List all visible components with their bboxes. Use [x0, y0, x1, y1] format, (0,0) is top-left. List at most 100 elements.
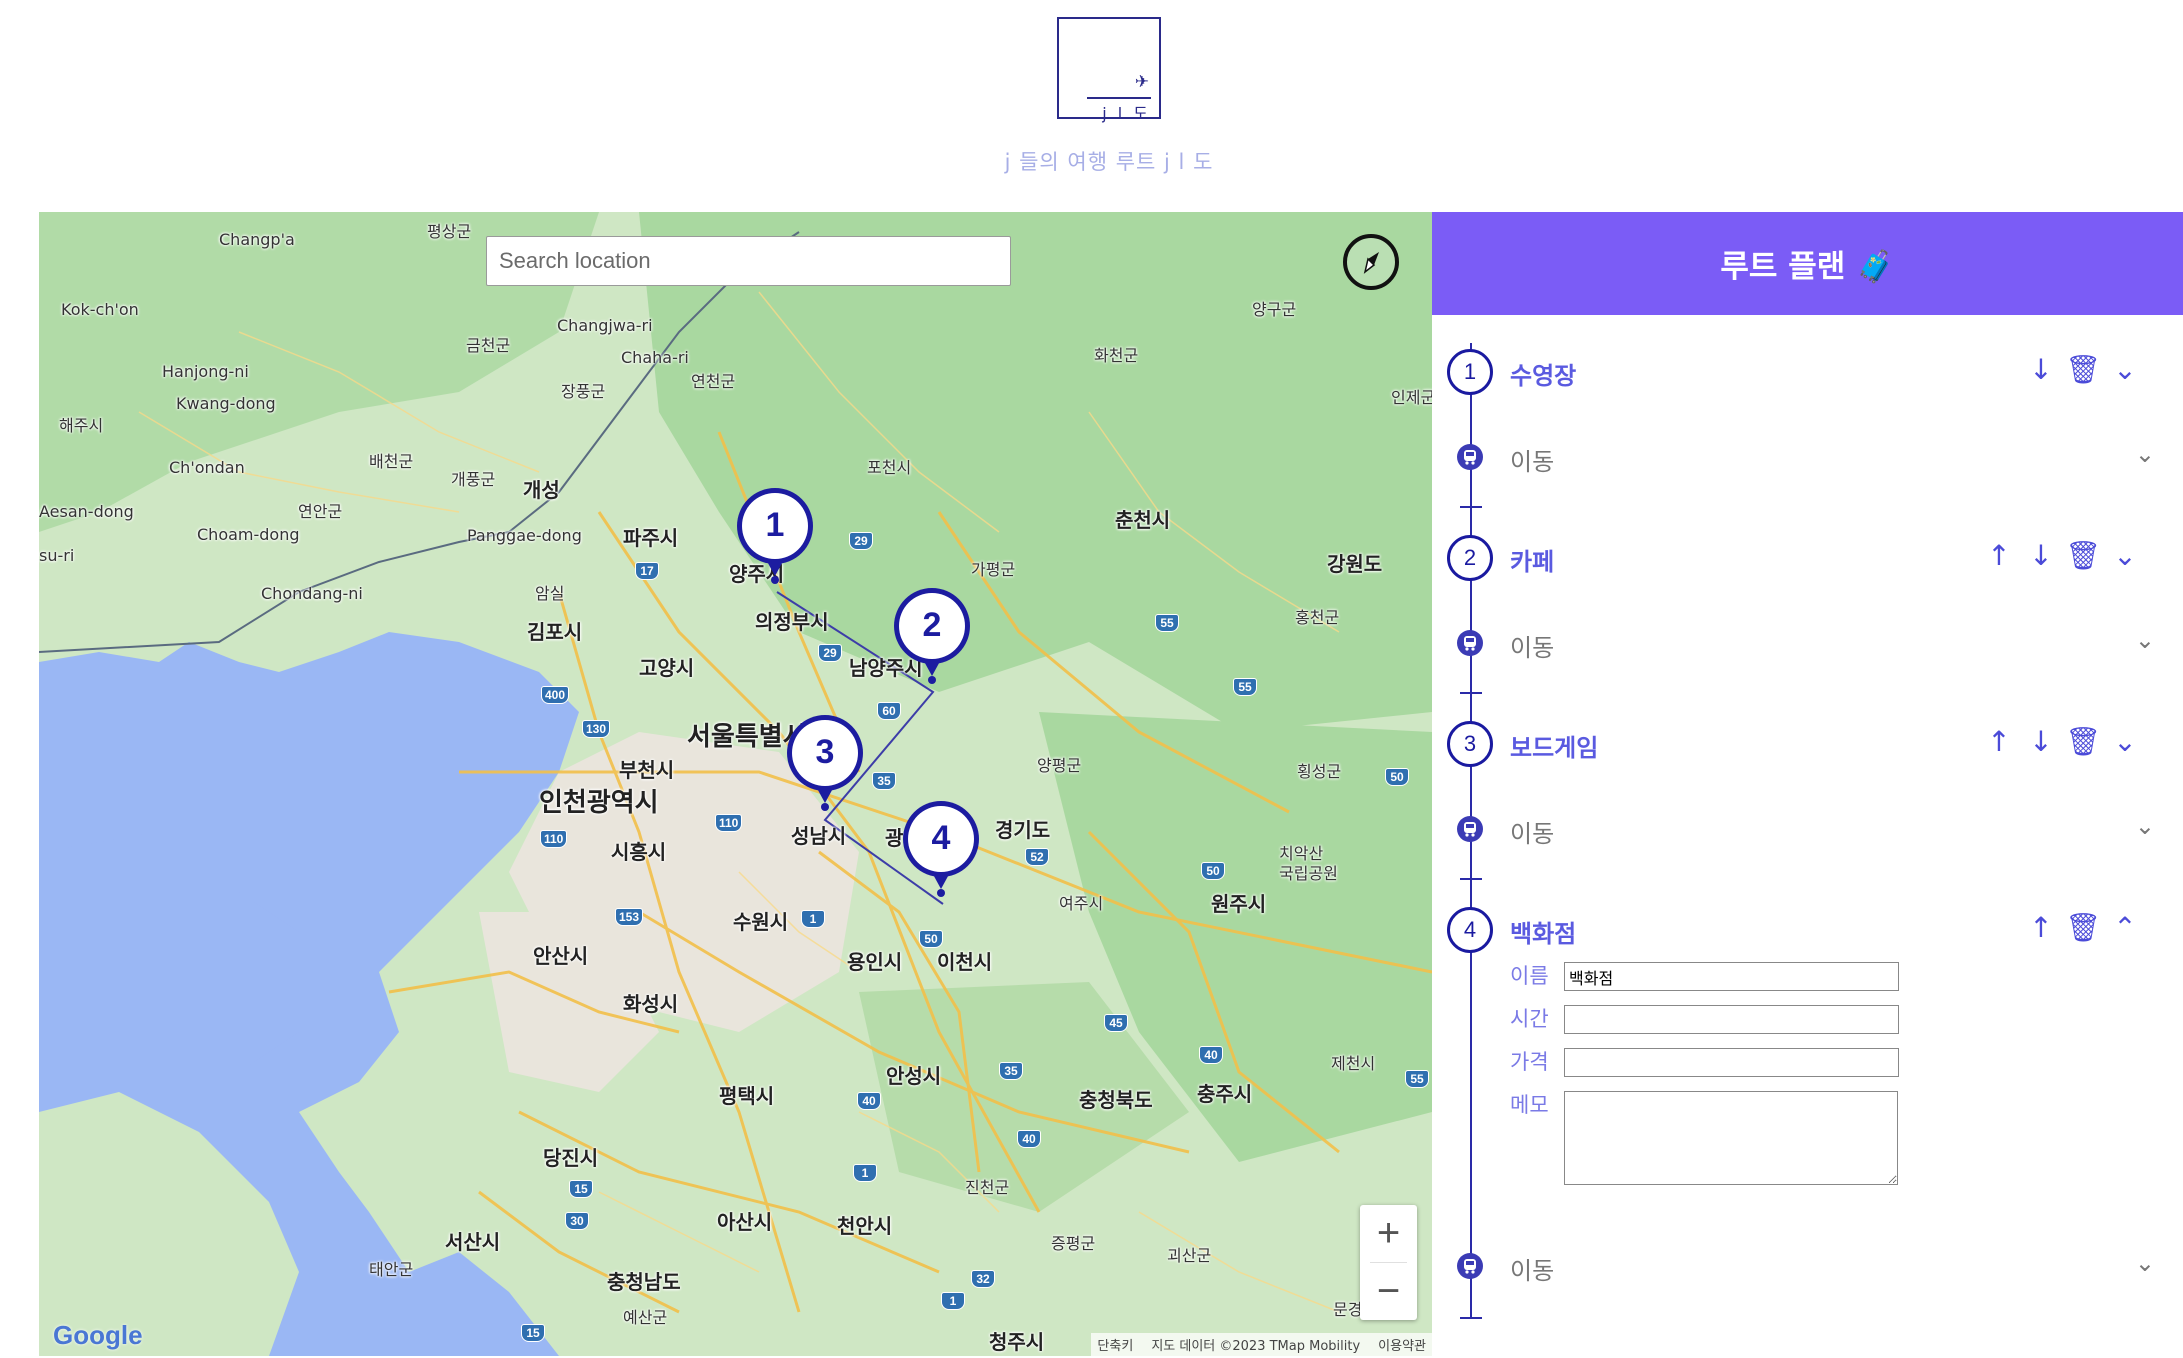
bus-icon — [1457, 1253, 1483, 1279]
map-place-label: 개풍군 — [451, 470, 496, 489]
highway-shield: 40 — [1017, 1130, 1041, 1148]
move-down-icon[interactable]: ↓ — [2024, 538, 2058, 572]
route-move[interactable]: 이동 ⌄ — [1432, 1243, 2183, 1293]
chevron-up-icon[interactable]: ⌃ — [2108, 910, 2142, 944]
map-place-label: 장풍군 — [561, 382, 606, 401]
chevron-down-icon[interactable]: ⌄ — [2108, 352, 2142, 386]
move-down-icon[interactable]: ↓ — [2024, 352, 2058, 386]
map-place-label: 수원시 — [733, 910, 789, 934]
bus-icon — [1457, 444, 1483, 470]
map-place-label: 김포시 — [527, 620, 583, 644]
route-marker[interactable]: 2 — [891, 584, 973, 694]
marker-number: 1 — [765, 506, 785, 544]
map-place-label: 연천군 — [691, 372, 736, 391]
zoom-out-button[interactable]: − — [1360, 1263, 1417, 1320]
map-place-label: 인제군 — [1391, 388, 1432, 407]
stop-name: 수영장 — [1510, 362, 1577, 390]
map-place-label: 원주시 — [1211, 892, 1267, 916]
timeline-tick — [1460, 878, 1482, 880]
map-place-label: 진천군 — [965, 1178, 1010, 1197]
name-field[interactable] — [1564, 962, 1899, 991]
move-down-icon[interactable]: ↓ — [2024, 724, 2058, 758]
map-place-label: Kok-ch'on — [61, 300, 139, 319]
route-marker[interactable]: 4 — [900, 797, 982, 907]
route-move[interactable]: 이동 ⌄ — [1432, 806, 2183, 856]
map-place-label: 양평군 — [1037, 756, 1082, 775]
shortcuts-link[interactable]: 단축키 — [1097, 1335, 1133, 1354]
stop-number: 4 — [1447, 907, 1493, 953]
trash-icon[interactable]: 🗑 — [2065, 352, 2101, 386]
map-place-label: 춘천시 — [1115, 508, 1171, 532]
chevron-down-icon[interactable]: ⌄ — [2108, 724, 2142, 758]
route-stop[interactable]: 4 백화점 ↑ 🗑 ⌃ — [1432, 900, 2183, 960]
map-place-label: 충청남도 — [607, 1270, 681, 1294]
map-place-label: 이천시 — [937, 950, 993, 974]
move-up-icon[interactable]: ↑ — [1982, 538, 2016, 572]
stop-number: 2 — [1447, 535, 1493, 581]
highway-shield: 50 — [1201, 862, 1225, 880]
map-place-label: 화천군 — [1094, 346, 1139, 365]
bus-icon — [1457, 816, 1483, 842]
highway-shield: 60 — [877, 702, 901, 720]
route-title: 루트 플랜 🧳 — [1720, 249, 1895, 285]
timeline-tick — [1460, 506, 1482, 508]
chevron-down-icon[interactable]: ⌄ — [2108, 538, 2142, 572]
chevron-down-icon[interactable]: ⌄ — [2135, 812, 2155, 840]
map-place-label: 괴산군 — [1167, 1246, 1212, 1265]
chevron-down-icon[interactable]: ⌄ — [2135, 626, 2155, 654]
highway-shield: 50 — [1385, 768, 1409, 786]
price-field[interactable] — [1564, 1048, 1899, 1077]
map-place-label: 당진시 — [543, 1146, 599, 1170]
move-up-icon[interactable]: ↑ — [1982, 724, 2016, 758]
route-stop[interactable]: 2 카페 ↑ ↓ 🗑 ⌄ — [1432, 528, 2183, 588]
trash-icon[interactable]: 🗑 — [2065, 538, 2101, 572]
map-place-label: 금천군 — [466, 336, 511, 355]
map-place-label: 충주시 — [1197, 1082, 1253, 1106]
chevron-down-icon[interactable]: ⌄ — [2135, 440, 2155, 468]
compass-icon[interactable] — [1343, 234, 1399, 290]
search-input[interactable] — [486, 236, 1011, 286]
trash-icon[interactable]: 🗑 — [2065, 724, 2101, 758]
route-stop[interactable]: 1 수영장 ↓ 🗑 ⌄ — [1432, 342, 2183, 402]
zoom-in-button[interactable]: + — [1360, 1205, 1417, 1262]
route-move[interactable]: 이동 ⌄ — [1432, 434, 2183, 484]
map-attribution: 단축키 지도 데이터 ©2023 TMap Mobility 이용약관 — [1091, 1333, 1432, 1356]
memo-label: 메모 — [1510, 1093, 1549, 1117]
map-place-label: 배천군 — [369, 452, 414, 471]
map[interactable]: 평상군 Changp'a Kok-ch'on Changjwa-ri Chaha-ri 금… — [39, 212, 1432, 1356]
map-place-label: 인천광역시 — [539, 788, 659, 818]
highway-shield: 45 — [1104, 1014, 1128, 1032]
route-marker[interactable]: 3 — [784, 711, 866, 821]
map-place-label: 문경 — [1333, 1300, 1363, 1319]
highway-shield: 35 — [999, 1062, 1023, 1080]
logo-divider — [1087, 97, 1151, 99]
highway-shield: 40 — [857, 1092, 881, 1110]
chevron-down-icon[interactable]: ⌄ — [2135, 1249, 2155, 1277]
move-up-icon[interactable]: ↑ — [2024, 910, 2058, 944]
map-place-label: 안성시 — [886, 1064, 942, 1088]
route-marker[interactable]: 1 — [734, 484, 816, 594]
map-place-label: Kwang-dong — [176, 394, 276, 413]
trash-icon[interactable]: 🗑 — [2065, 910, 2101, 944]
map-place-label: 국립공원 — [1279, 864, 1338, 883]
memo-field[interactable] — [1564, 1091, 1898, 1185]
highway-shield: 29 — [849, 532, 873, 550]
terms-link[interactable]: 이용약관 — [1378, 1335, 1426, 1354]
map-place-label: Choam-dong — [197, 525, 300, 544]
map-place-label: 연안군 — [298, 502, 343, 521]
map-place-label: 가평군 — [971, 560, 1016, 579]
google-logo: Google — [53, 1320, 143, 1350]
stop-name: 보드게임 — [1510, 734, 1599, 762]
stop-number: 3 — [1447, 721, 1493, 767]
map-place-label: 충청북도 — [1079, 1088, 1153, 1112]
timeline-tick — [1460, 1317, 1482, 1319]
route-move[interactable]: 이동 ⌄ — [1432, 620, 2183, 670]
highway-shield: 52 — [1025, 848, 1049, 866]
map-place-label: 태안군 — [369, 1260, 414, 1279]
map-place-label: 제천시 — [1331, 1054, 1376, 1073]
logo: ✈ j l 도 — [1057, 17, 1161, 123]
route-stop[interactable]: 3 보드게임 ↑ ↓ 🗑 ⌄ — [1432, 714, 2183, 774]
map-place-label: 횡성군 — [1297, 762, 1342, 781]
time-field[interactable] — [1564, 1005, 1899, 1034]
stop-number: 1 — [1447, 349, 1493, 395]
